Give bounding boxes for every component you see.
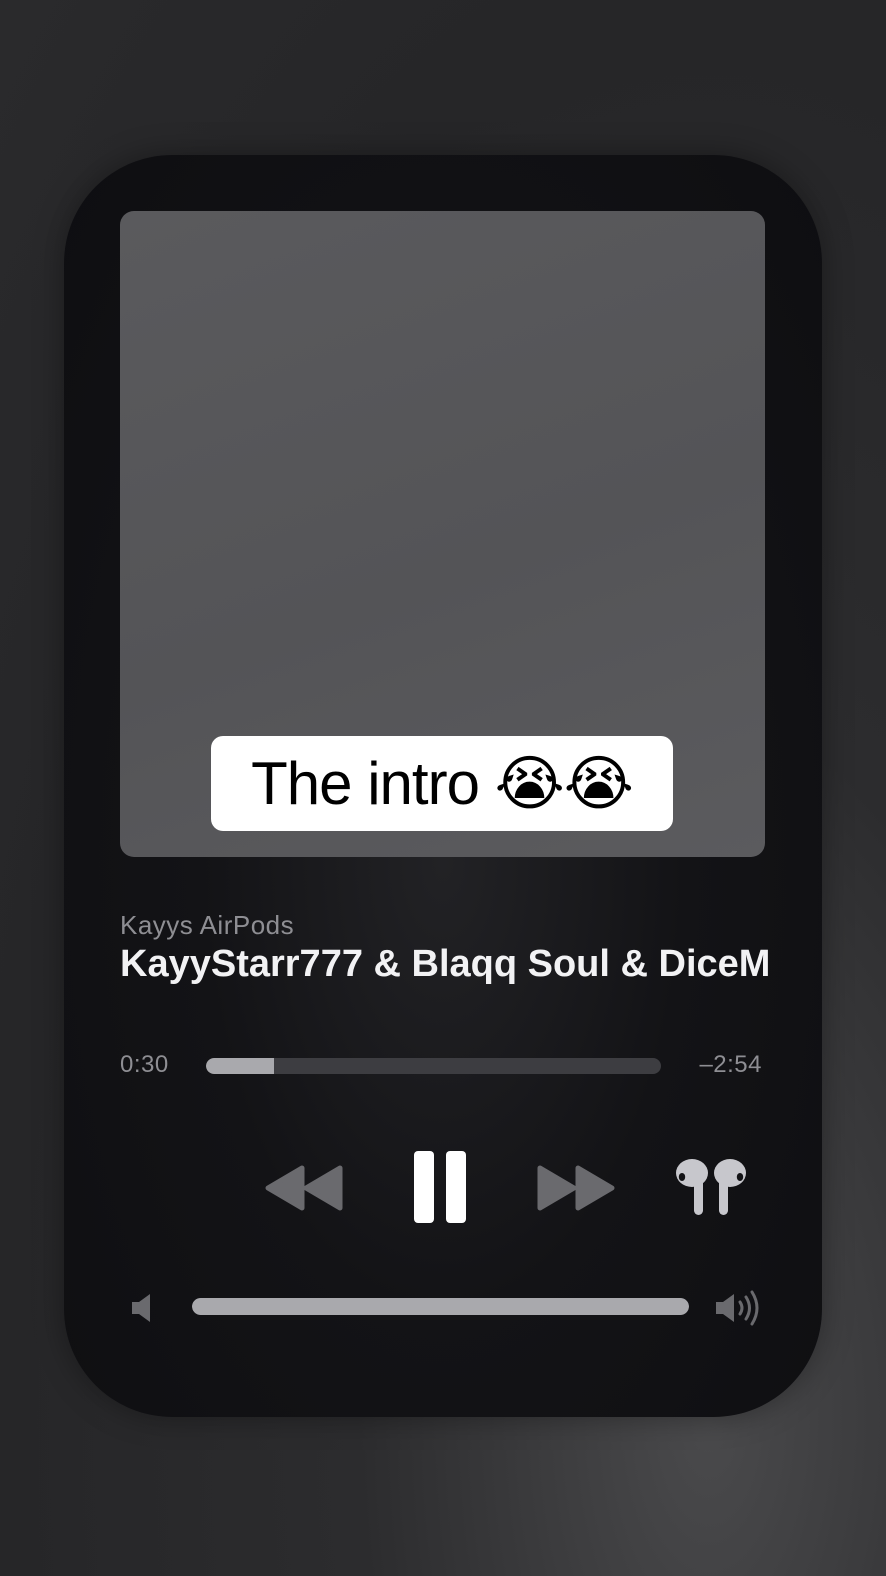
airpods-icon bbox=[676, 1159, 746, 1215]
time-elapsed: 0:30 bbox=[120, 1051, 169, 1078]
fast-forward-button[interactable] bbox=[536, 1160, 616, 1216]
volume-max-indicator bbox=[714, 1289, 764, 1327]
caption-text: The intro 😭😭 bbox=[251, 749, 634, 817]
now-playing-card: The intro 😭😭 Kayys AirPods KayyStarr777 … bbox=[64, 155, 822, 1417]
volume-slider[interactable] bbox=[192, 1298, 689, 1315]
video-caption: The intro 😭😭 bbox=[211, 736, 673, 831]
audio-output-button[interactable] bbox=[671, 1155, 751, 1219]
playback-progress-fill bbox=[206, 1058, 275, 1074]
pause-icon bbox=[414, 1151, 466, 1223]
speaker-low-icon bbox=[132, 1294, 150, 1322]
pause-button[interactable] bbox=[410, 1147, 470, 1227]
rewind-icon bbox=[265, 1165, 343, 1211]
volume-level-fill bbox=[192, 1298, 689, 1315]
rewind-button[interactable] bbox=[264, 1160, 344, 1216]
time-remaining: –2:54 bbox=[699, 1051, 762, 1078]
playback-scrubber[interactable] bbox=[206, 1058, 661, 1074]
speaker-high-icon bbox=[716, 1290, 759, 1326]
volume-min-indicator bbox=[130, 1291, 156, 1325]
output-device-name: Kayys AirPods bbox=[120, 910, 295, 940]
track-title: KayyStarr777 & Blaqq Soul & DiceM bbox=[120, 943, 770, 985]
fast-forward-icon bbox=[537, 1165, 615, 1211]
